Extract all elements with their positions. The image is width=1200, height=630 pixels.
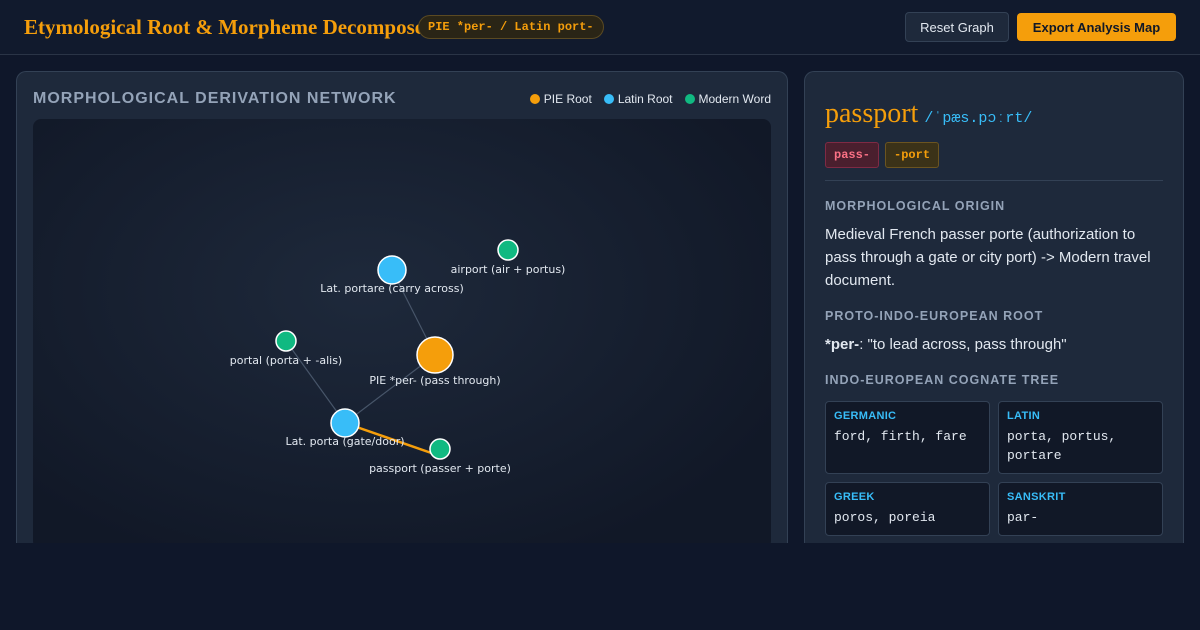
node-passport-label: passport (passer + porte) (369, 462, 511, 475)
node-portal[interactable]: portal (porta + -alis) (230, 330, 342, 367)
cognate-language: GERMANIC (834, 410, 897, 422)
legend-item-latin: Latin Root (603, 92, 673, 106)
node-portare-circle[interactable] (377, 255, 407, 285)
node-portal-label: portal (porta + -alis) (230, 354, 342, 367)
export-analysis-button[interactable]: Export Analysis Map (1017, 13, 1176, 41)
legend-label-modern: Modern Word (698, 92, 771, 106)
node-passport-circle[interactable] (429, 438, 451, 460)
graph-legend: PIE Root Latin Root Modern Word (529, 92, 771, 106)
cognate-card-germanic: GERMANIC ford, firth, fare (825, 401, 990, 474)
cognate-language: LATIN (1007, 410, 1041, 422)
pie-root-value: *per- (825, 336, 860, 353)
legend-dot-modern (684, 94, 695, 104)
cognate-language: SANSKRIT (1007, 491, 1066, 503)
cognate-tree: GERMANIC ford, firth, fare LATIN porta, … (825, 401, 1163, 536)
origin-section-label: MORPHOLOGICAL ORIGIN (825, 199, 1006, 213)
word-heading: passport/ˈpæs.pɔːrt/ (825, 98, 1032, 130)
pie-root-gloss: : "to lead across, pass through" (859, 336, 1067, 353)
graph-panel: MORPHOLOGICAL DERIVATION NETWORK PIE Roo… (16, 71, 788, 543)
cognate-language: GREEK (834, 491, 875, 503)
node-portare[interactable]: Lat. portare (carry across) (320, 255, 464, 295)
word-ipa: /ˈpæs.pɔːrt/ (924, 110, 1033, 127)
derivation-network[interactable]: Lat. portare (carry across) airport (air… (33, 119, 771, 543)
legend-dot-pie (529, 94, 540, 104)
legend-label-pie: PIE Root (543, 92, 592, 106)
cognate-words: porta, portus, portare (1007, 429, 1117, 463)
legend-label-latin: Latin Root (617, 92, 673, 106)
cognate-section-label: INDO-EUROPEAN COGNATE TREE (825, 373, 1060, 387)
node-portal-circle[interactable] (275, 330, 297, 352)
graph-panel-title: MORPHOLOGICAL DERIVATION NETWORK (33, 90, 397, 107)
top-bar: Etymological Root & Morpheme Decomposer … (0, 0, 1200, 55)
root-badge: PIE *per- / Latin port- (418, 15, 604, 39)
detail-panel: passport/ˈpæs.pɔːrt/ pass- -port MORPHOL… (804, 71, 1184, 543)
cognate-words: ford, firth, fare (834, 429, 967, 444)
node-porta-circle[interactable] (330, 408, 360, 438)
node-layer: Lat. portare (carry across) airport (air… (230, 239, 566, 475)
legend-item-modern: Modern Word (684, 92, 771, 106)
cognate-words: poros, poreia (834, 510, 936, 525)
origin-description: Medieval French passer porte (authorizat… (825, 226, 1151, 289)
pie-root-text: *per-: "to lead across, pass through" (825, 336, 1067, 353)
node-pie-circle[interactable] (416, 336, 454, 374)
app-title: Etymological Root & Morpheme Decomposer (24, 15, 434, 39)
cognate-card-greek: GREEK poros, poreia (825, 482, 990, 536)
node-portare-label: Lat. portare (carry across) (320, 282, 464, 295)
reset-graph-button[interactable]: Reset Graph (905, 12, 1009, 42)
divider (825, 180, 1163, 181)
morpheme-prefix-chip[interactable]: pass- (825, 142, 880, 168)
legend-dot-latin (603, 94, 614, 104)
legend-item-pie: PIE Root (529, 92, 592, 106)
morpheme-chips: pass- -port (825, 142, 940, 168)
node-airport-label: airport (air + portus) (451, 263, 566, 276)
morpheme-suffix-chip[interactable]: -port (885, 142, 940, 168)
selected-word: passport (825, 98, 919, 129)
graph-canvas[interactable]: Lat. portare (carry across) airport (air… (33, 119, 771, 543)
cognate-card-sanskrit: SANSKRIT par- (998, 482, 1163, 536)
node-airport-circle[interactable] (497, 239, 519, 261)
node-pie[interactable]: PIE *per- (pass through) (369, 336, 501, 387)
cognate-words: par- (1007, 510, 1039, 525)
node-pie-label: PIE *per- (pass through) (369, 374, 500, 387)
node-porta[interactable]: Lat. porta (gate/door) (285, 408, 405, 448)
cognate-card-latin: LATIN porta, portus, portare (998, 401, 1163, 474)
pie-section-label: PROTO-INDO-EUROPEAN ROOT (825, 309, 1044, 323)
node-airport[interactable]: airport (air + portus) (451, 239, 566, 276)
node-porta-label: Lat. porta (gate/door) (285, 435, 404, 448)
